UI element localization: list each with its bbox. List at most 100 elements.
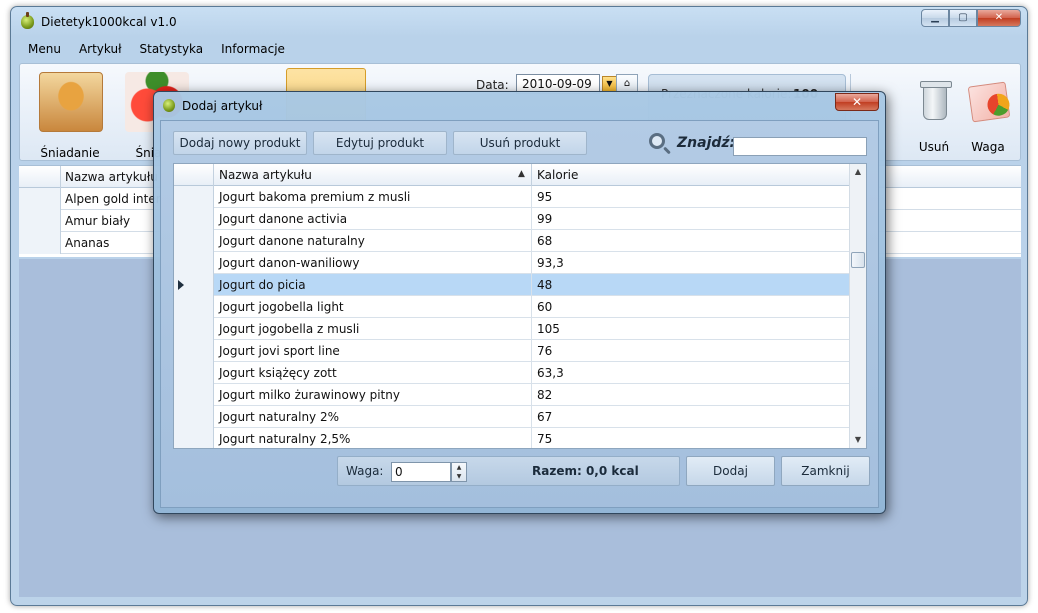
spin-up-arrow-icon[interactable]: ▲ (452, 463, 466, 472)
dialog-title: Dodaj artykuł (182, 99, 263, 113)
column-divider (531, 208, 532, 230)
scroll-up-arrow-icon[interactable]: ▲ (850, 164, 866, 180)
weight-button[interactable]: Waga (960, 78, 1016, 160)
row-header[interactable] (174, 186, 214, 208)
scroll-thumb[interactable] (851, 252, 865, 268)
cell-calories: 63,3 (537, 366, 564, 380)
menu-item-menu[interactable]: Menu (19, 41, 70, 61)
table-row[interactable]: Jogurt danone naturalny 68 (174, 230, 850, 252)
add-article-dialog: Dodaj artykuł ✕ Dodaj nowy produkt Edytu… (153, 91, 886, 514)
edit-product-button[interactable]: Edytuj produkt (313, 131, 447, 155)
row-header[interactable] (174, 230, 214, 252)
cell-calories: 105 (537, 322, 560, 336)
weight-label: Waga (971, 140, 1005, 154)
row-header[interactable] (174, 406, 214, 428)
bread-jam-icon (39, 72, 103, 132)
table-row[interactable]: Jogurt milko żurawinowy pitny 82 (174, 384, 850, 406)
column-divider (531, 230, 532, 252)
row-header[interactable] (174, 252, 214, 274)
table-row[interactable]: Jogurt jogobella light 60 (174, 296, 850, 318)
row-header[interactable] (19, 232, 61, 254)
row-header[interactable] (174, 362, 214, 384)
sort-ascending-icon: ▲ (518, 169, 525, 179)
column-header-calories[interactable]: Kalorie (537, 168, 578, 182)
table-row[interactable]: Jogurt bakoma premium z musli 95 (174, 186, 850, 208)
spin-down-arrow-icon[interactable]: ▼ (452, 472, 466, 481)
row-header[interactable] (174, 428, 214, 448)
add-button[interactable]: Dodaj (686, 456, 775, 486)
column-divider (531, 406, 532, 428)
table-row[interactable]: Jogurt do picia 48 (174, 274, 850, 296)
menu-item-informacje[interactable]: Informacje (212, 41, 294, 61)
close-dialog-button[interactable]: Zamknij (781, 456, 870, 486)
minimize-button[interactable]: ▁ (921, 9, 949, 27)
cell-name: Jogurt danone naturalny (219, 234, 365, 248)
search-icon (649, 133, 665, 149)
cell-name: Jogurt naturalny 2% (219, 410, 340, 424)
dialog-close-button[interactable]: ✕ (835, 93, 879, 111)
column-divider (531, 384, 532, 406)
trash-icon (920, 81, 952, 120)
cell-name: Jogurt książęcy zott (219, 366, 337, 380)
vertical-scrollbar[interactable]: ▲ ▼ (849, 164, 866, 448)
date-dropdown-button[interactable]: ▼ (602, 76, 617, 92)
row-header[interactable] (174, 384, 214, 406)
column-divider (531, 186, 532, 208)
delete-product-button[interactable]: Usuń produkt (453, 131, 587, 155)
row-header[interactable] (174, 318, 214, 340)
app-logo-icon (163, 99, 175, 112)
row-header[interactable] (19, 188, 61, 210)
dialog-title-bar: Dodaj artykuł ✕ (154, 92, 885, 118)
column-header-name[interactable]: Nazwa artykułu (219, 168, 312, 182)
cell-name: Jogurt danone activia (219, 212, 348, 226)
search-input[interactable] (733, 137, 867, 156)
title-bar: Dietetyk1000kcal v1.0 ▁ ▢ ✕ (11, 7, 1027, 37)
column-divider (531, 318, 532, 340)
row-header[interactable] (174, 208, 214, 230)
weight-input[interactable]: 0 (391, 462, 451, 482)
maximize-button[interactable]: ▢ (949, 9, 977, 27)
products-grid[interactable]: Nazwa artykułu ▲ Kalorie Jogurt bakoma p… (173, 163, 867, 449)
row-header[interactable] (174, 274, 214, 296)
menu-item-artykul[interactable]: Artykuł (70, 41, 131, 61)
weight-stepper[interactable]: ▲ ▼ (451, 462, 467, 482)
weight-panel: Waga: 0 ▲ ▼ Razem: 0,0 kcal (337, 456, 680, 486)
delete-button[interactable]: Usuń (906, 78, 962, 160)
cell-name: Jogurt bakoma premium z musli (219, 190, 411, 204)
cell-name: Jogurt danon-waniliowy (219, 256, 360, 270)
window-controls: ▁ ▢ ✕ (921, 9, 1021, 27)
column-divider[interactable] (531, 164, 532, 186)
table-row[interactable]: Jogurt naturalny 2% 67 (174, 406, 850, 428)
row-header[interactable] (174, 340, 214, 362)
cell-calories: 82 (537, 388, 553, 402)
current-row-pointer-icon (178, 280, 184, 290)
table-row[interactable]: Jogurt jovi sport line 76 (174, 340, 850, 362)
menu-item-statystyka[interactable]: Statystyka (131, 41, 213, 61)
row-header[interactable] (174, 296, 214, 318)
meal-button-breakfast[interactable]: Śniadanie (30, 68, 110, 160)
weight-field-label: Waga: (346, 464, 384, 478)
cell-name: Amur biały (65, 214, 131, 228)
table-row[interactable]: Jogurt danon-waniliowy 93,3 (174, 252, 850, 274)
column-divider (531, 252, 532, 274)
cell-name: Jogurt naturalny 2,5% (219, 432, 351, 446)
cell-calories: 68 (537, 234, 553, 248)
column-header-name[interactable]: Nazwa artykułu (65, 170, 158, 184)
scroll-down-arrow-icon[interactable]: ▼ (850, 432, 866, 448)
cell-name: Jogurt milko żurawinowy pitny (219, 388, 400, 402)
column-divider (531, 274, 532, 296)
close-button[interactable]: ✕ (977, 9, 1021, 27)
add-new-product-button[interactable]: Dodaj nowy produkt (173, 131, 307, 155)
date-label: Data: (476, 78, 509, 92)
cell-calories: 67 (537, 410, 553, 424)
row-header[interactable] (19, 210, 61, 232)
cell-calories: 48 (537, 278, 553, 292)
column-divider (531, 428, 532, 448)
table-row[interactable]: Jogurt danone activia 99 (174, 208, 850, 230)
table-row[interactable]: Jogurt książęcy zott 63,3 (174, 362, 850, 384)
cell-calories: 75 (537, 432, 553, 446)
table-row[interactable]: Jogurt naturalny 2,5% 75 (174, 428, 850, 448)
cell-name: Ananas (65, 236, 110, 250)
table-row[interactable]: Jogurt jogobella z musli 105 (174, 318, 850, 340)
grid-body: Jogurt bakoma premium z musli 95 Jogurt da… (174, 186, 850, 448)
